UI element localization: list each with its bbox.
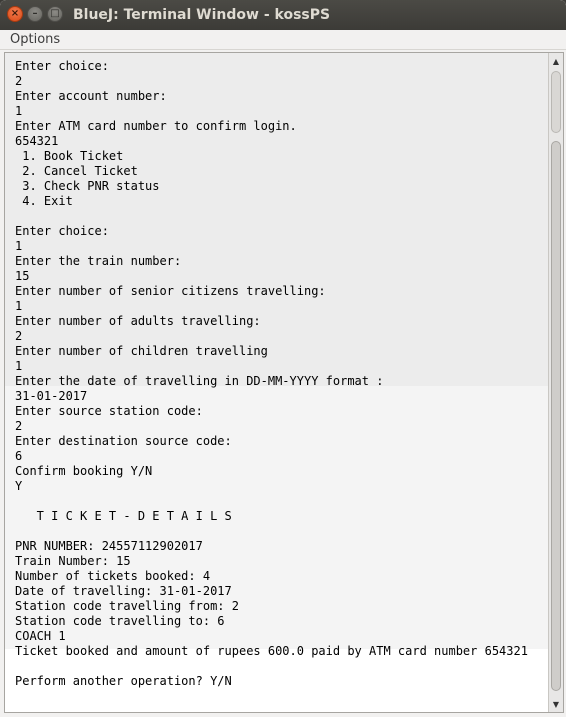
scroll-up-icon[interactable]: ▲ (549, 54, 563, 68)
terminal-line: 31-01-2017 (15, 389, 88, 403)
terminal-line: T I C K E T - D E T A I L S (15, 509, 232, 523)
menu-options[interactable]: Options (10, 30, 60, 49)
scrollbar-trough-highlight (551, 71, 561, 133)
minimize-window-icon[interactable]: – (27, 6, 43, 22)
terminal-line: Enter number of children travelling (15, 344, 268, 358)
maximize-window-icon[interactable]: □ (47, 6, 63, 22)
terminal-line: Enter account number: (15, 89, 167, 103)
terminal-line: Perform another operation? Y/N (15, 674, 232, 688)
terminal-line: 1 (15, 299, 23, 313)
terminal-line: 2 (15, 74, 23, 88)
terminal-line: Number of tickets booked: 4 (15, 569, 211, 583)
terminal-line: Station code travelling from: 2 (15, 599, 239, 613)
title-bar[interactable]: × – □ BlueJ: Terminal Window - kossPS (0, 0, 566, 30)
terminal-line: 15 (15, 269, 30, 283)
terminal-line: Enter destination source code: (15, 434, 232, 448)
terminal-line: 2 (15, 419, 23, 433)
terminal-line: 2 (15, 329, 23, 343)
close-window-icon[interactable]: × (7, 6, 23, 22)
terminal-line: Y (15, 479, 23, 493)
scroll-down-icon[interactable]: ▼ (549, 697, 563, 711)
terminal-line: COACH 1 (15, 629, 66, 643)
terminal-line: Station code travelling to: 6 (15, 614, 225, 628)
terminal-line: PNR NUMBER: 24557112902017 (15, 539, 203, 553)
window-title: BlueJ: Terminal Window - kossPS (73, 7, 331, 23)
terminal-line: 2. Cancel Ticket (15, 164, 138, 178)
terminal-window: × – □ BlueJ: Terminal Window - kossPS Op… (0, 0, 566, 717)
terminal-text[interactable]: Enter choice: 2 Enter account number: 1 … (15, 59, 528, 689)
terminal-line: Ticket booked and amount of rupees 600.0… (15, 644, 528, 658)
terminal-line: 6 (15, 449, 23, 463)
terminal-line: Date of travelling: 31-01-2017 (15, 584, 232, 598)
terminal-line: 1 (15, 104, 23, 118)
terminal-line: 1 (15, 359, 23, 373)
terminal-line: Train Number: 15 (15, 554, 131, 568)
terminal-line: Enter the date of travelling in DD-MM-YY… (15, 374, 384, 388)
terminal-line: 1 (15, 239, 23, 253)
terminal-line: Confirm booking Y/N (15, 464, 153, 478)
terminal-line: Enter number of adults travelling: (15, 314, 261, 328)
terminal-line: Enter the train number: (15, 254, 182, 268)
terminal-line: 4. Exit (15, 194, 73, 208)
terminal-line: Enter choice: (15, 59, 109, 73)
terminal-output-area[interactable]: Enter choice: 2 Enter account number: 1 … (4, 52, 564, 713)
terminal-line: Enter number of senior citizens travelli… (15, 284, 326, 298)
terminal-line: Enter ATM card number to confirm login. (15, 119, 297, 133)
terminal-line: 654321 (15, 134, 59, 148)
scrollbar-thumb[interactable] (551, 141, 561, 691)
vertical-scrollbar[interactable]: ▲ ▼ (548, 53, 563, 712)
terminal-line: 3. Check PNR status (15, 179, 160, 193)
menu-bar: Options (0, 30, 566, 50)
terminal-line: 1. Book Ticket (15, 149, 124, 163)
terminal-line: Enter source station code: (15, 404, 203, 418)
terminal-line: Enter choice: (15, 224, 109, 238)
